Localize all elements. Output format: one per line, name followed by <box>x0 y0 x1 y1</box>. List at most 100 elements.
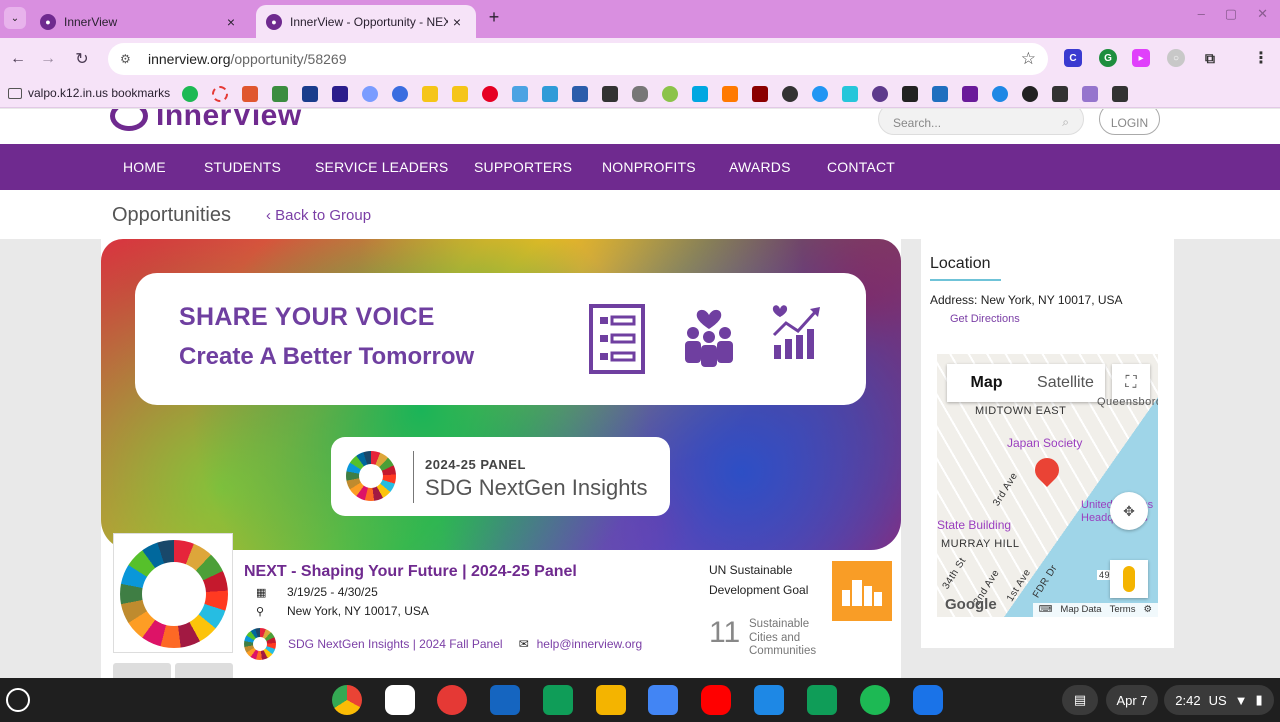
innerview-logo[interactable]: InnerView <box>110 109 302 133</box>
bookmark-innerview-icon[interactable] <box>872 86 888 102</box>
bookmark-star-icon[interactable]: ☆ <box>1021 49 1036 69</box>
street-view-pegman-icon[interactable] <box>1110 560 1148 598</box>
nav-supporters[interactable]: SUPPORTERS <box>474 159 572 175</box>
nav-students[interactable]: STUDENTS <box>204 159 281 175</box>
status-tray[interactable]: 2:42 US ▼ ▮ <box>1164 685 1274 715</box>
bookmark-2048-icon[interactable] <box>452 86 468 102</box>
back-to-group-link[interactable]: ‹ Back to Group <box>266 207 371 224</box>
extension-screencast-icon[interactable]: ▸ <box>1132 49 1150 67</box>
bookmark-kahoot-icon[interactable] <box>332 86 348 102</box>
site-search-input[interactable]: Search... ⌕ <box>878 109 1084 135</box>
back-arrow-icon[interactable]: ← <box>6 47 30 71</box>
extensions-puzzle-icon[interactable]: ⧉ <box>1201 49 1219 67</box>
search-icon[interactable]: ⌕ <box>1062 115 1069 130</box>
bookmark-globe-icon[interactable] <box>1022 86 1038 102</box>
address-bar[interactable]: ⚙ innerview.org/opportunity/58269 ☆ <box>108 43 1048 75</box>
close-tab-icon[interactable]: × <box>222 14 240 30</box>
tab-opportunity[interactable]: ● InnerView - Opportunity - NEXT × <box>256 5 476 38</box>
thumbnail[interactable] <box>113 663 171 679</box>
bookmark-d-icon[interactable] <box>362 86 378 102</box>
new-tab-button[interactable]: + <box>483 7 505 28</box>
bookmark-p3-icon[interactable] <box>1112 86 1128 102</box>
holding-space-icon[interactable]: ▤ <box>1062 685 1098 715</box>
login-button[interactable]: LOGIN <box>1099 109 1160 135</box>
sheets-app-icon[interactable] <box>543 685 573 715</box>
bookmark-2048-icon[interactable] <box>422 86 438 102</box>
extension-c-icon[interactable]: C <box>1064 49 1082 67</box>
close-tab-icon[interactable]: × <box>448 14 466 30</box>
nav-contact[interactable]: CONTACT <box>827 159 895 175</box>
docs-app-icon[interactable] <box>648 685 678 715</box>
bookmark-app-icon[interactable] <box>242 86 258 102</box>
bookmark-shazam-icon[interactable] <box>992 86 1008 102</box>
bookmark-flag-icon[interactable] <box>752 86 768 102</box>
locale: US <box>1208 692 1227 708</box>
bookmark-grid2-icon[interactable] <box>902 86 918 102</box>
bookmark-quizlet-icon[interactable] <box>392 86 408 102</box>
nav-nonprofits[interactable]: NONPROFITS <box>602 159 696 175</box>
map-type-satellite-button[interactable]: Satellite <box>1026 364 1105 402</box>
bookmark-jar-icon[interactable] <box>1082 86 1098 102</box>
date-tray[interactable]: Apr 7 <box>1106 685 1158 715</box>
location-pin-icon[interactable] <box>1030 453 1064 487</box>
hanging-app-icon[interactable] <box>385 685 415 715</box>
battery-icon: ▮ <box>1255 692 1263 707</box>
youtube-app-icon[interactable] <box>701 685 731 715</box>
nav-home[interactable]: HOME <box>123 159 166 175</box>
close-window-icon[interactable]: ✕ <box>1257 6 1268 22</box>
contact-email-link[interactable]: help@innerview.org <box>537 637 643 651</box>
site-info-icon[interactable]: ⚙ <box>120 52 140 66</box>
files-app-icon[interactable] <box>754 685 784 715</box>
map-label: 3rd Ave <box>991 470 1021 509</box>
extension-profile-icon[interactable]: ○ <box>1167 49 1185 67</box>
bookmark-spotify-icon[interactable] <box>182 86 198 102</box>
bookmark-pinterest-icon[interactable] <box>482 86 498 102</box>
classroom-app-icon[interactable] <box>490 685 520 715</box>
map-type-map-button[interactable]: Map <box>947 364 1026 402</box>
bookmark-p-icon[interactable] <box>602 86 618 102</box>
nav-service-leaders[interactable]: SERVICE LEADERS <box>315 159 448 175</box>
bookmark-p2-icon[interactable] <box>1052 86 1068 102</box>
bookmarks-folder[interactable]: valpo.k12.in.us bookmarks <box>8 86 170 100</box>
palette-app-icon[interactable] <box>437 685 467 715</box>
map-pan-control-icon[interactable]: ✥ <box>1110 492 1148 530</box>
bookmark-pulse-icon[interactable] <box>272 86 288 102</box>
bookmark-table-icon[interactable] <box>962 86 978 102</box>
maximize-icon[interactable]: ▢ <box>1225 6 1237 22</box>
report-icon[interactable]: ⚙ <box>1143 604 1152 616</box>
bookmark-k-icon[interactable] <box>842 86 858 102</box>
extension-grammarly-icon[interactable]: G <box>1099 49 1117 67</box>
get-directions-link[interactable]: Get Directions <box>950 313 1020 325</box>
bookmark-leaf-icon[interactable] <box>662 86 678 102</box>
browser-menu-icon[interactable]: ⋮ <box>1252 49 1270 67</box>
keyboard-shortcuts-icon[interactable]: ⌨ <box>1039 604 1053 616</box>
tab-search-menu-button[interactable]: ⌄ <box>4 7 26 29</box>
terms-link[interactable]: Terms <box>1110 604 1136 616</box>
bookmark-news-icon[interactable] <box>302 86 318 102</box>
bookmark-e-icon[interactable] <box>812 86 828 102</box>
camera-app-icon[interactable] <box>913 685 943 715</box>
slides-app-icon[interactable] <box>596 685 626 715</box>
spotify-app-icon[interactable] <box>860 685 890 715</box>
bookmark-photo-icon[interactable] <box>512 86 528 102</box>
bookmark-k2-icon[interactable] <box>932 86 948 102</box>
tab-innerview[interactable]: ● InnerView × <box>30 5 250 38</box>
launcher-icon[interactable] <box>6 688 30 712</box>
chrome-app-icon[interactable] <box>332 685 362 715</box>
google-map[interactable]: Map Satellite ⛶ MIDTOWN EAST Queensboro … <box>937 354 1158 617</box>
forward-arrow-icon[interactable]: → <box>36 47 60 71</box>
bookmark-circle-icon[interactable] <box>212 86 228 102</box>
thumbnail[interactable] <box>175 663 233 679</box>
map-data-link[interactable]: Map Data <box>1060 604 1101 616</box>
reload-icon[interactable]: ↻ <box>70 47 94 71</box>
bookmark-diamond-icon[interactable] <box>722 86 738 102</box>
bookmark-calendar-icon[interactable] <box>542 86 558 102</box>
group-link[interactable]: SDG NextGen Insights | 2024 Fall Panel <box>288 637 503 651</box>
sheets-plus-app-icon[interactable] <box>807 685 837 715</box>
minimize-icon[interactable]: – <box>1198 6 1205 22</box>
bookmark-shield-icon[interactable] <box>632 86 648 102</box>
bookmark-c-icon[interactable] <box>782 86 798 102</box>
bookmark-b-icon[interactable] <box>692 86 708 102</box>
nav-awards[interactable]: AWARDS <box>729 159 791 175</box>
bookmark-grid-icon[interactable] <box>572 86 588 102</box>
